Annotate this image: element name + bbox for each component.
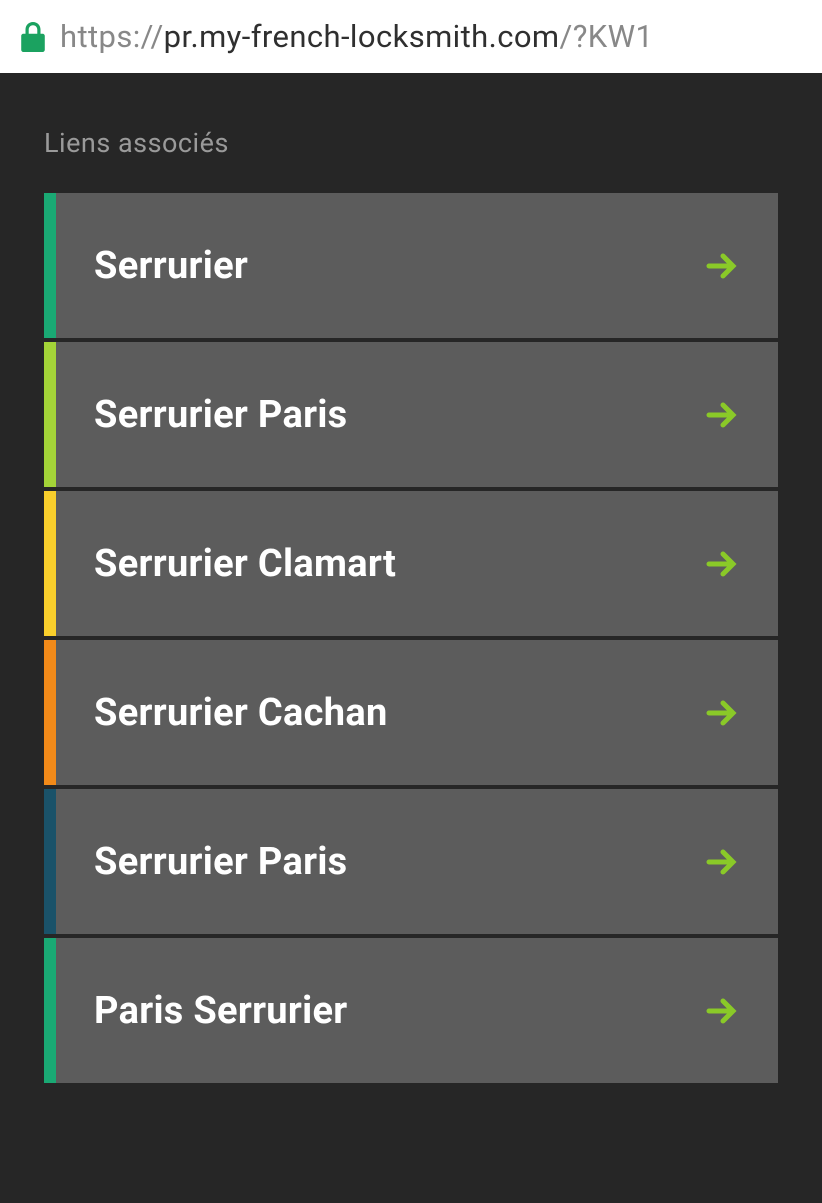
url-bar[interactable]: https://pr.my-french-locksmith.com/?KW1: [0, 0, 822, 73]
color-bar: [44, 789, 56, 934]
link-item-serrurier-paris[interactable]: Serrurier Paris: [44, 342, 778, 487]
link-label: Serrurier Cachan: [56, 691, 706, 735]
url-suffix: /?KW1: [560, 18, 654, 55]
link-label: Serrurier Paris: [56, 393, 706, 437]
arrow-right-icon: [706, 846, 778, 878]
section-title: Liens associés: [44, 127, 778, 159]
link-label: Serrurier: [56, 244, 706, 288]
link-item-serrurier-clamart[interactable]: Serrurier Clamart: [44, 491, 778, 636]
arrow-right-icon: [706, 250, 778, 282]
url-prefix: https://: [60, 18, 164, 55]
color-bar: [44, 193, 56, 338]
link-label: Serrurier Clamart: [56, 542, 706, 586]
arrow-right-icon: [706, 399, 778, 431]
color-bar: [44, 938, 56, 1083]
content-area: Liens associés Serrurier Serrurier Paris…: [0, 73, 822, 1203]
link-label: Serrurier Paris: [56, 840, 706, 884]
color-bar: [44, 640, 56, 785]
url-domain: pr.my-french-locksmith.com: [164, 18, 560, 55]
links-list: Serrurier Serrurier Paris Serrurier Clam…: [44, 193, 778, 1083]
link-item-serrurier-paris-2[interactable]: Serrurier Paris: [44, 789, 778, 934]
link-item-serrurier[interactable]: Serrurier: [44, 193, 778, 338]
arrow-right-icon: [706, 995, 778, 1027]
link-item-serrurier-cachan[interactable]: Serrurier Cachan: [44, 640, 778, 785]
link-label: Paris Serrurier: [56, 989, 706, 1033]
arrow-right-icon: [706, 697, 778, 729]
arrow-right-icon: [706, 548, 778, 580]
lock-icon: [20, 22, 46, 52]
color-bar: [44, 342, 56, 487]
link-item-paris-serrurier[interactable]: Paris Serrurier: [44, 938, 778, 1083]
color-bar: [44, 491, 56, 636]
